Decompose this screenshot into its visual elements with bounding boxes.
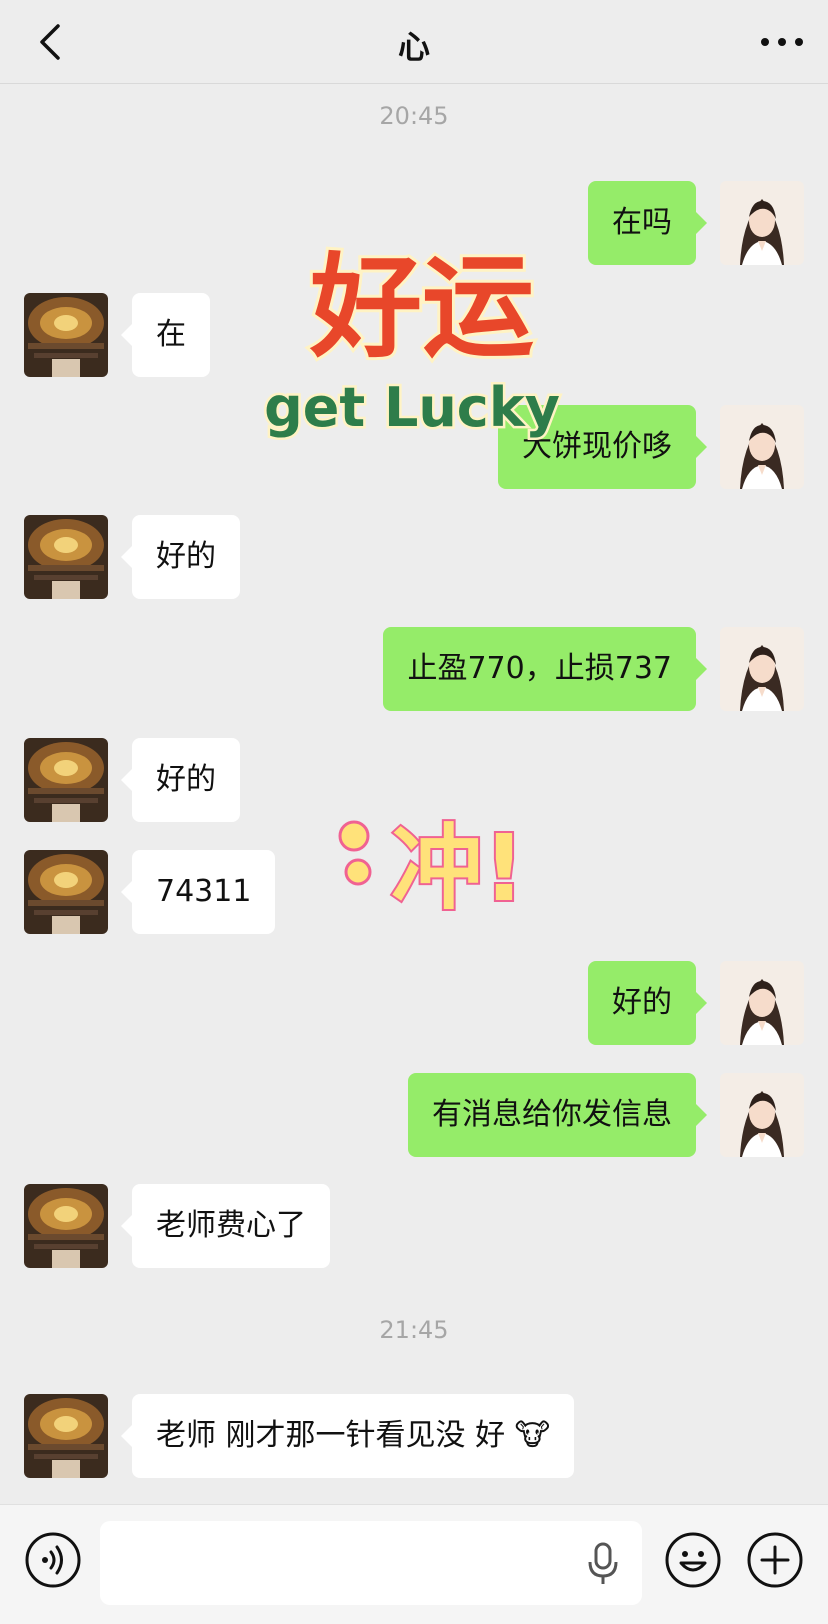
message-bubble-outgoing[interactable]: 止盈770，止损737 — [383, 627, 707, 711]
avatar-contact[interactable] — [24, 1394, 108, 1478]
emoji-icon — [665, 1532, 721, 1588]
sticker-text-sub: get Lucky — [264, 376, 560, 439]
contact-avatar-icon — [24, 1394, 108, 1478]
message-bubble-incoming[interactable]: 好的 — [121, 515, 240, 599]
user-avatar-icon — [720, 961, 804, 1045]
more-horizontal-icon — [761, 38, 803, 46]
charge-sticker[interactable]: 冲! — [318, 800, 558, 930]
user-avatar-icon — [720, 1073, 804, 1157]
contact-avatar-icon — [24, 515, 108, 599]
message-bubble-outgoing[interactable]: 有消息给你发信息 — [408, 1073, 707, 1157]
sticker-text: 冲! — [391, 815, 525, 922]
message-input[interactable] — [100, 1521, 642, 1605]
good-luck-sticker[interactable]: 好运 get Lucky — [262, 228, 582, 448]
contact-avatar-icon — [24, 738, 108, 822]
message-bubble-incoming[interactable]: 在 — [121, 293, 210, 377]
good-luck-sticker-art: 好运 get Lucky — [262, 240, 563, 442]
charge-sticker-art: 冲! — [338, 813, 527, 924]
avatar-contact[interactable] — [24, 850, 108, 934]
message-bubble-outgoing[interactable]: 好的 — [588, 961, 707, 1045]
avatar-me[interactable] — [720, 627, 804, 711]
emoji-button[interactable] — [664, 1531, 722, 1589]
user-avatar-icon — [720, 627, 804, 711]
more-button[interactable] — [756, 26, 808, 58]
chat-input-bar — [0, 1504, 828, 1624]
voice-button[interactable] — [24, 1531, 82, 1589]
chat-header: 心 — [0, 0, 828, 84]
user-avatar-icon — [720, 181, 804, 265]
avatar-me[interactable] — [720, 1073, 804, 1157]
user-avatar-icon — [720, 405, 804, 489]
message-bubble-incoming[interactable]: 老师费心了 — [121, 1184, 330, 1268]
avatar-contact[interactable] — [24, 1184, 108, 1268]
message-bubble-incoming[interactable]: 老师 刚才那一针看见没 好 🐮 — [120, 1394, 575, 1478]
mic-button[interactable] — [586, 1541, 620, 1587]
contact-avatar-icon — [24, 1184, 108, 1268]
avatar-contact[interactable] — [24, 515, 108, 599]
mic-icon — [588, 1542, 618, 1584]
voice-icon — [25, 1532, 81, 1588]
more-functions-button[interactable] — [746, 1531, 804, 1589]
timestamp: 21:45 — [379, 1316, 449, 1344]
avatar-contact[interactable] — [24, 738, 108, 822]
avatar-me[interactable] — [720, 961, 804, 1045]
chat-title: 心 — [397, 28, 430, 66]
avatar-contact[interactable] — [24, 293, 108, 377]
message-bubble-incoming[interactable]: 好的 — [121, 738, 240, 822]
contact-avatar-icon — [24, 293, 108, 377]
timestamp: 20:45 — [379, 102, 449, 130]
message-bubble-incoming[interactable]: 74311 — [120, 850, 276, 934]
message-bubble-outgoing[interactable]: 在吗 — [588, 181, 707, 265]
plus-icon — [747, 1532, 803, 1588]
avatar-me[interactable] — [720, 405, 804, 489]
avatar-me[interactable] — [720, 181, 804, 265]
contact-avatar-icon — [24, 850, 108, 934]
sticker-text-main: 好运 — [309, 243, 534, 373]
